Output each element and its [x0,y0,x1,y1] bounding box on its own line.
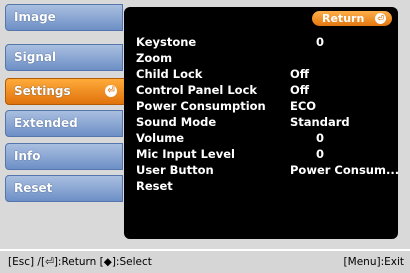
sidebar-item-label: Info [14,149,41,163]
menu-row-label: Keystone [136,35,197,49]
sidebar-item-settings[interactable]: Settings ⏎ [5,78,125,105]
help-footer: [Esc] /[⏎]:Return [◆]:Select [Menu]:Exit [0,251,410,273]
menu-row-label: Zoom [136,51,173,65]
menu-row-value: ECO [290,99,317,113]
menu-row-volume[interactable]: Volume 0 [136,130,392,146]
menu-row-mic-input-level[interactable]: Mic Input Level 0 [136,146,392,162]
menu-row-label: Volume [136,131,185,145]
menu-row-zoom[interactable]: Zoom [136,50,392,66]
menu-row-user-button[interactable]: User Button Power Consum... [136,162,399,178]
sidebar-item-label: Extended [14,116,78,130]
menu-row-sound-mode[interactable]: Sound Mode Standard [136,114,392,130]
footer-hints: [Esc] /[⏎]:Return [◆]:Select [8,256,152,268]
menu-row-value: Power Consum... [290,163,400,177]
projector-menu-screen: Image Signal Settings ⏎ Extended Info Re… [0,0,410,249]
menu-row-label: Child Lock [136,67,203,81]
footer-exit-hint: [Menu]:Exit [343,256,404,268]
menu-row-value: 0 [316,131,325,145]
menu-row-label: User Button [136,163,214,177]
sidebar-item-label: Image [14,10,56,24]
menu-row-child-lock[interactable]: Child Lock Off [136,66,392,82]
sidebar-item-info[interactable]: Info [5,143,123,170]
menu-row-keystone[interactable]: Keystone 0 [136,34,392,50]
menu-row-label: Mic Input Level [136,147,235,161]
menu-row-control-panel-lock[interactable]: Control Panel Lock Off [136,82,392,98]
sidebar-item-extended[interactable]: Extended [5,110,123,137]
enter-icon: ⏎ [375,13,386,24]
menu-row-power-consumption[interactable]: Power Consumption ECO [136,98,392,114]
menu-row-label: Control Panel Lock [136,83,258,97]
settings-panel: Return ⏎ Keystone 0 Zoom Child Lock Off … [124,7,399,239]
return-button[interactable]: Return ⏎ [312,11,392,26]
sidebar-item-signal[interactable]: Signal [5,44,123,71]
sidebar-item-reset[interactable]: Reset [5,175,123,202]
return-label: Return [322,12,365,25]
sidebar-item-image[interactable]: Image [5,4,123,31]
menu-row-label: Power Consumption [136,99,266,113]
menu-row-reset[interactable]: Reset [136,178,392,194]
menu-row-label: Reset [136,179,173,193]
enter-icon: ⏎ [105,85,117,97]
menu-row-value: Off [290,83,310,97]
menu-row-value: Off [290,67,310,81]
menu-sidebar: Image Signal Settings ⏎ Extended Info Re… [0,0,125,249]
sidebar-item-label: Signal [14,50,57,64]
sidebar-item-label: Reset [14,181,53,195]
sidebar-item-label: Settings [14,84,71,98]
menu-row-value: Standard [290,115,350,129]
menu-row-value: 0 [316,35,325,49]
menu-row-label: Sound Mode [136,115,217,129]
menu-row-value: 0 [316,147,325,161]
